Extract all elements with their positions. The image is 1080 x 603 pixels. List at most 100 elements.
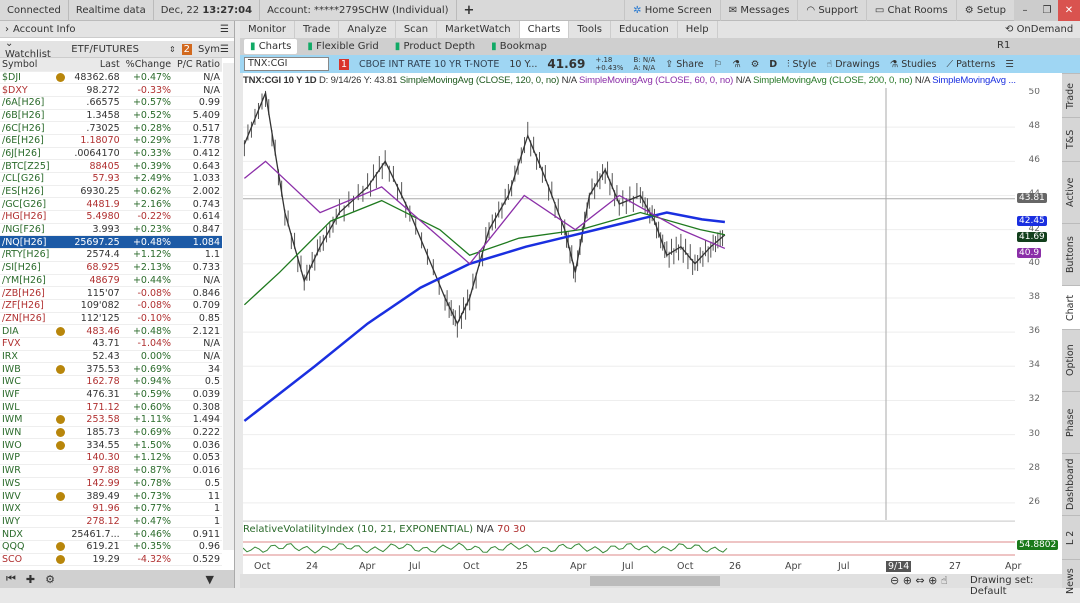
- sort-arrows-icon[interactable]: ⇕: [169, 45, 176, 54]
- tab-marketwatch[interactable]: MarketWatch: [437, 21, 520, 38]
- table-row[interactable]: FVX 43.71 -1.04% N/A: [0, 337, 222, 351]
- side-tab-news[interactable]: News: [1062, 559, 1080, 603]
- price-axis[interactable]: 5048464442403836343230282643.8142.4541.6…: [1015, 73, 1062, 588]
- subtab-flexible-grid[interactable]: ▮ Flexible Grid: [301, 39, 384, 54]
- watchlist-toggle[interactable]: ⌄ Watchlist: [5, 38, 57, 60]
- table-row[interactable]: IWX 91.96 +0.77% 1: [0, 502, 222, 516]
- table-row[interactable]: $DJI 48362.68 +0.47% N/A: [0, 71, 222, 85]
- table-row[interactable]: /6J[H26] .0064170 +0.33% 0.412: [0, 147, 222, 161]
- period-selector[interactable]: D: [769, 59, 777, 70]
- account-selector[interactable]: Account: *****279SCHW (Individual): [260, 0, 457, 21]
- account-info-header[interactable]: › Account Info ☰: [0, 21, 234, 38]
- table-row[interactable]: NDX 25461.7... +0.46% 0.911: [0, 527, 222, 541]
- watchlist-scrollbar[interactable]: [223, 63, 234, 550]
- gear-icon[interactable]: ⚙: [751, 59, 760, 70]
- tab-scan[interactable]: Scan: [396, 21, 438, 38]
- link-badge[interactable]: 2: [181, 43, 193, 55]
- menu-icon[interactable]: ☰: [220, 24, 229, 35]
- table-row[interactable]: IRX 52.43 0.00% N/A: [0, 350, 222, 364]
- studies-button[interactable]: ⚗ Studies: [890, 59, 937, 70]
- rvi-label[interactable]: RelativeVolatilityIndex (10, 21, EXPONEN…: [243, 524, 473, 535]
- table-row[interactable]: /6C[H26] .73025 +0.28% 0.517: [0, 121, 222, 135]
- column-header[interactable]: %Change: [121, 58, 174, 72]
- alert-icon[interactable]: ⚐: [714, 59, 723, 70]
- patterns-button[interactable]: ⟋ Patterns: [946, 59, 995, 70]
- menu-icon[interactable]: ☰: [220, 44, 229, 55]
- home-screen-button[interactable]: ✲ Home Screen: [624, 0, 720, 21]
- collapse-icon[interactable]: ▼: [206, 573, 214, 586]
- tab-trade[interactable]: Trade: [295, 21, 340, 38]
- side-tab-dashboard[interactable]: Dashboard: [1062, 453, 1080, 515]
- table-row[interactable]: IWV 389.49 +0.73% 11: [0, 489, 222, 503]
- symbol-input[interactable]: TNX:CGI: [244, 57, 329, 71]
- table-row[interactable]: DIA 483.46 +0.48% 2.121: [0, 324, 222, 338]
- table-row[interactable]: IWB 375.53 +0.69% 34: [0, 362, 222, 376]
- table-row[interactable]: /6A[H26] .66575 +0.57% 0.99: [0, 96, 222, 110]
- restore-button[interactable]: ❐: [1036, 0, 1058, 21]
- table-row[interactable]: $DXY 98.272 -0.33% N/A: [0, 83, 222, 97]
- side-tab-l-2[interactable]: L 2: [1062, 515, 1080, 559]
- realtime-data-menu[interactable]: Realtime data: [69, 0, 154, 21]
- tab-education[interactable]: Education: [611, 21, 678, 38]
- gear-icon[interactable]: ⚙: [45, 573, 55, 586]
- tab-monitor[interactable]: Monitor: [240, 21, 296, 38]
- horizontal-scrollbar[interactable]: [590, 576, 720, 586]
- close-button[interactable]: ✕: [1058, 0, 1080, 21]
- drawing-set-label[interactable]: Drawing set: Default: [970, 575, 1062, 597]
- table-row[interactable]: IWM 253.58 +1.11% 1.494: [0, 413, 222, 427]
- side-tab-t-s[interactable]: T&S: [1062, 117, 1080, 161]
- table-row[interactable]: IWC 162.78 +0.94% 0.5: [0, 375, 222, 389]
- add-icon[interactable]: ✚: [26, 573, 35, 586]
- table-row[interactable]: QQQ 619.21 +0.35% 0.96: [0, 540, 222, 554]
- side-tab-phase-scores[interactable]: Phase Scores: [1062, 391, 1080, 453]
- flask-icon[interactable]: ⚗: [732, 59, 741, 70]
- table-row[interactable]: /RTY[H26] 2574.4 +1.12% 1.1: [0, 248, 222, 262]
- clock[interactable]: Dec, 22 13:27:04: [154, 0, 261, 21]
- table-row[interactable]: /CL[G26] 57.93 +2.49% 1.033: [0, 172, 222, 186]
- table-row[interactable]: IWS 142.99 +0.78% 0.5: [0, 477, 222, 491]
- menu-icon[interactable]: ☰: [1005, 59, 1014, 70]
- sma-label[interactable]: SimpleMovingAvg ...: [932, 75, 1016, 86]
- time-axis[interactable]: Oct 24 Apr Jul Oct 25 Apr Jul Oct 26 Apr Jul 27 Apr 9/…: [243, 560, 1021, 574]
- table-row[interactable]: /HG[H26] 5.4980 -0.22% 0.614: [0, 210, 222, 224]
- minimize-button[interactable]: –: [1014, 0, 1036, 21]
- table-row[interactable]: IWO 334.55 +1.50% 0.036: [0, 438, 222, 453]
- chat-rooms-button[interactable]: ▭ Chat Rooms: [865, 0, 956, 21]
- table-row[interactable]: IWR 97.88 +0.87% 0.016: [0, 464, 222, 478]
- sma120-label[interactable]: SimpleMovingAvg (CLOSE, 120, 0, no): [400, 75, 559, 86]
- ondemand-button[interactable]: ⟲ OnDemand: [1005, 21, 1073, 38]
- setup-button[interactable]: ⚙ Setup: [955, 0, 1014, 21]
- rvi-panel[interactable]: [242, 537, 1015, 560]
- zoom-tools[interactable]: ⊖ ⊕ ⇔ ⊕ ☝: [890, 574, 948, 587]
- support-button[interactable]: ◠ Support: [797, 0, 865, 21]
- column-header[interactable]: Last: [67, 58, 122, 72]
- tab-help[interactable]: Help: [678, 21, 718, 38]
- messages-button[interactable]: ✉ Messages: [719, 0, 798, 21]
- tab-analyze[interactable]: Analyze: [339, 21, 396, 38]
- watchlist-selector[interactable]: ETF/FUTURES: [71, 44, 139, 55]
- subtab-charts[interactable]: ▮ Charts: [244, 39, 298, 54]
- add-button[interactable]: +: [457, 0, 482, 21]
- table-row[interactable]: /ES[H26] 6930.25 +0.62% 2.002: [0, 185, 222, 199]
- side-tab-active-trader[interactable]: Active Trader: [1062, 161, 1080, 223]
- table-row[interactable]: IWL 171.12 +0.60% 0.308: [0, 400, 222, 415]
- table-row[interactable]: IWY 278.12 +0.47% 1: [0, 515, 222, 529]
- table-row[interactable]: /ZB[H26] 115'07 -0.08% 0.846: [0, 286, 222, 300]
- drawings-button[interactable]: ☝ Drawings: [826, 59, 879, 70]
- table-row[interactable]: /SI[H26] 68.925 +2.13% 0.733: [0, 261, 222, 275]
- share-button[interactable]: ⇪ Share: [665, 59, 703, 70]
- table-row[interactable]: /6E[H26] 1.18070 +0.29% 1.778: [0, 134, 222, 148]
- side-tab-trade[interactable]: Trade: [1062, 73, 1080, 117]
- side-tab-buttons[interactable]: Buttons: [1062, 223, 1080, 285]
- first-icon[interactable]: ⏮: [6, 572, 16, 586]
- tab-tools[interactable]: Tools: [569, 21, 611, 38]
- table-row[interactable]: IWF 476.31 +0.59% 0.039: [0, 388, 222, 402]
- side-tab-chart[interactable]: Chart: [1062, 285, 1080, 329]
- table-row[interactable]: /6B[H26] 1.3458 +0.52% 5.409: [0, 109, 222, 123]
- side-tab-option-chain[interactable]: Option Chain: [1062, 329, 1080, 391]
- table-row[interactable]: /GC[G26] 4481.9 +2.16% 0.743: [0, 197, 222, 212]
- table-row[interactable]: /ZN[H26] 112'125 -0.10% 0.85: [0, 312, 222, 326]
- sma200-label[interactable]: SimpleMovingAvg (CLOSE, 200, 0, no): [753, 75, 912, 86]
- table-row[interactable]: /ZF[H26] 109'082 -0.08% 0.709: [0, 299, 222, 313]
- subtab-product-depth[interactable]: ▮ Product Depth: [389, 39, 481, 54]
